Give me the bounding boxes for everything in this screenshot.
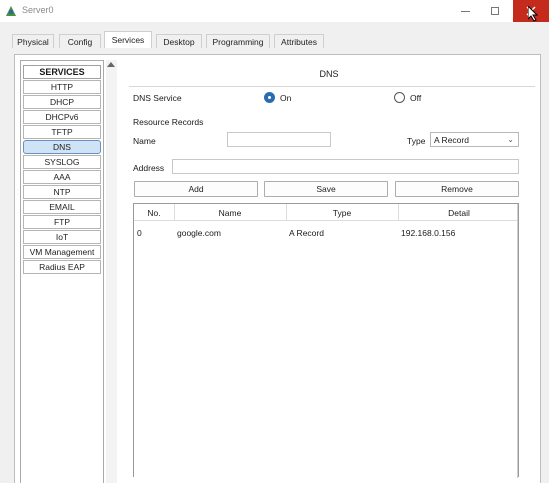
dns-service-label: DNS Service xyxy=(133,93,182,103)
service-item-dhcp[interactable]: DHCP xyxy=(23,95,101,109)
tab-physical[interactable]: Physical xyxy=(12,34,54,49)
type-label: Type xyxy=(407,136,426,146)
add-button[interactable]: Add xyxy=(134,181,258,197)
service-item-vm-management[interactable]: VM Management xyxy=(23,245,101,259)
service-item-dhcpv6[interactable]: DHCPv6 xyxy=(23,110,101,124)
name-label: Name xyxy=(133,136,156,146)
records-table: No. Name Type Detail 0 google.com A Reco… xyxy=(133,203,519,478)
service-item-radius-eap[interactable]: Radius EAP xyxy=(23,260,101,274)
service-item-tftp[interactable]: TFTP xyxy=(23,125,101,139)
minimize-button[interactable] xyxy=(448,0,482,22)
address-label: Address xyxy=(133,163,165,173)
resource-records-label: Resource Records xyxy=(133,117,204,127)
cell-detail: 192.168.0.156 xyxy=(401,228,456,238)
service-item-iot[interactable]: IoT xyxy=(23,230,101,244)
minimize-icon xyxy=(460,10,470,12)
window-title: Server0 xyxy=(22,5,54,15)
dns-on-radio[interactable] xyxy=(264,92,275,103)
name-input[interactable] xyxy=(227,132,331,147)
service-item-http[interactable]: HTTP xyxy=(23,80,101,94)
tab-programming[interactable]: Programming xyxy=(206,34,270,49)
app-icon xyxy=(6,6,16,16)
table-row[interactable]: 0 google.com A Record 192.168.0.156 xyxy=(134,226,518,240)
divider xyxy=(129,86,535,87)
section-title: DNS xyxy=(319,69,339,79)
maximize-icon xyxy=(491,7,499,15)
dns-off-radio[interactable] xyxy=(394,92,405,103)
table-header: No. Name Type Detail xyxy=(134,204,518,221)
service-item-dns[interactable]: DNS xyxy=(23,140,101,154)
tab-config[interactable]: Config xyxy=(59,34,101,49)
service-item-aaa[interactable]: AAA xyxy=(23,170,101,184)
tab-bar: Physical Config Services Desktop Program… xyxy=(0,22,549,49)
chevron-down-icon: ⌄ xyxy=(507,135,514,144)
services-scrollbar[interactable] xyxy=(106,60,117,483)
cell-type: A Record xyxy=(289,228,324,238)
column-header-type[interactable]: Type xyxy=(287,208,397,218)
column-header-detail[interactable]: Detail xyxy=(399,208,519,218)
main-panel: SERVICES HTTP DHCP DHCPv6 TFTP DNS SYSLO… xyxy=(0,48,549,483)
column-header-no[interactable]: No. xyxy=(134,208,174,218)
service-item-ftp[interactable]: FTP xyxy=(23,215,101,229)
cursor-icon xyxy=(528,6,538,22)
table-scrollbar[interactable] xyxy=(517,204,518,478)
service-item-email[interactable]: EMAIL xyxy=(23,200,101,214)
type-select[interactable]: A Record ⌄ xyxy=(430,132,519,147)
tab-services[interactable]: Services xyxy=(104,31,152,49)
scroll-up-icon[interactable] xyxy=(107,62,115,67)
service-item-ntp[interactable]: NTP xyxy=(23,185,101,199)
dns-off-label: Off xyxy=(410,93,422,103)
maximize-button[interactable] xyxy=(478,0,512,22)
tab-attributes[interactable]: Attributes xyxy=(274,34,324,49)
address-input[interactable] xyxy=(172,159,519,174)
service-item-syslog[interactable]: SYSLOG xyxy=(23,155,101,169)
services-frame: SERVICES HTTP DHCP DHCPv6 TFTP DNS SYSLO… xyxy=(14,54,541,483)
title-bar: Server0 xyxy=(0,0,549,22)
type-select-value: A Record xyxy=(434,135,469,145)
dns-on-label: On xyxy=(280,93,292,103)
save-button[interactable]: Save xyxy=(264,181,388,197)
cell-name: google.com xyxy=(177,228,221,238)
tab-desktop[interactable]: Desktop xyxy=(156,34,202,49)
cell-no: 0 xyxy=(137,228,142,238)
column-header-name[interactable]: Name xyxy=(175,208,285,218)
remove-button[interactable]: Remove xyxy=(395,181,519,197)
services-header: SERVICES xyxy=(23,65,101,79)
services-list: SERVICES HTTP DHCP DHCPv6 TFTP DNS SYSLO… xyxy=(20,60,104,483)
